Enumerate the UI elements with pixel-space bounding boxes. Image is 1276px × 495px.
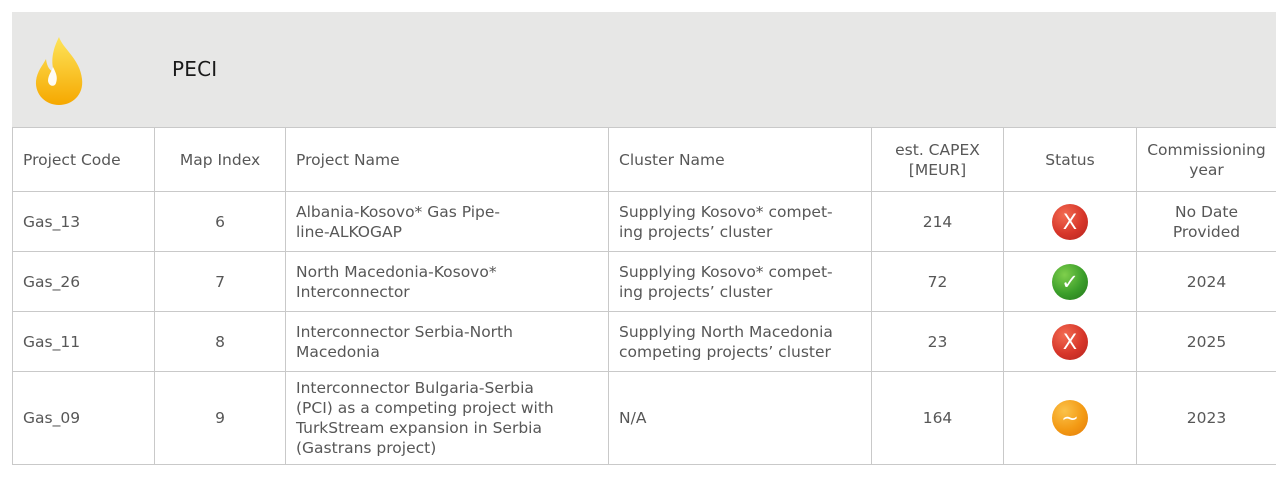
cluster-name-line: Supplying North Macedonia xyxy=(619,322,833,341)
status-cell: ~ xyxy=(1003,371,1137,465)
status-cell: ✓ xyxy=(1003,251,1137,312)
cluster-name-cell: Supplying Kosovo* compet- ing projects’ … xyxy=(608,191,872,252)
status-cell: X xyxy=(1003,191,1137,252)
year-line: Provided xyxy=(1172,222,1241,241)
map-index-cell: 8 xyxy=(154,311,286,372)
project-code-cell: Gas_26 xyxy=(12,251,155,312)
table-row: Gas_11 8 Interconnector Serbia-North Mac… xyxy=(12,311,1276,372)
commissioning-year-cell: 2024 xyxy=(1136,251,1276,312)
project-name-line: TurkStream expansion in Serbia xyxy=(296,419,542,437)
status-symbol: ~ xyxy=(1061,406,1079,430)
banner-title: PECI xyxy=(172,57,218,81)
status-cell: X xyxy=(1003,311,1137,372)
header-cluster-name: Cluster Name xyxy=(608,127,872,192)
cluster-name-line: ing projects’ cluster xyxy=(619,222,773,241)
cluster-name-cell: Supplying North Macedonia competing proj… xyxy=(608,311,872,372)
capex-cell: 214 xyxy=(871,191,1004,252)
check-status-icon: ✓ xyxy=(1052,263,1088,300)
cluster-name-cell: N/A xyxy=(608,371,872,465)
project-name-cell: Interconnector Bulgaria-Serbia (PCI) as … xyxy=(285,371,609,465)
peci-banner: PECI xyxy=(12,12,1276,127)
peci-table-panel: PECI Project Code Map Index Project Name… xyxy=(12,12,1276,495)
x-status-icon: X xyxy=(1052,203,1088,240)
table-row: Gas_26 7 North Macedonia-Kosovo* Interco… xyxy=(12,251,1276,312)
map-index-cell: 9 xyxy=(154,371,286,465)
capex-cell: 23 xyxy=(871,311,1004,372)
cluster-name-line: Supplying Kosovo* compet- xyxy=(619,262,833,281)
project-code-cell: Gas_11 xyxy=(12,311,155,372)
flame-icon xyxy=(35,37,83,105)
project-code-cell: Gas_09 xyxy=(12,371,155,465)
projects-table: Project Code Map Index Project Name Clus… xyxy=(12,127,1276,465)
header-project-code: Project Code xyxy=(12,127,155,192)
header-map-index: Map Index xyxy=(154,127,286,192)
table-header-row: Project Code Map Index Project Name Clus… xyxy=(12,127,1276,192)
cluster-name-line: ing projects’ cluster xyxy=(619,282,773,301)
capex-cell: 72 xyxy=(871,251,1004,312)
capex-cell: 164 xyxy=(871,371,1004,465)
status-symbol: X xyxy=(1062,329,1078,354)
table-row: Gas_13 6 Albania-Kosovo* Gas Pipe- line-… xyxy=(12,191,1276,252)
project-name-cell: Albania-Kosovo* Gas Pipe- line-ALKOGAP xyxy=(285,191,609,252)
project-name-cell: North Macedonia-Kosovo* Interconnector xyxy=(285,251,609,312)
status-symbol: ✓ xyxy=(1061,269,1079,294)
project-name-cell: Interconnector Serbia-North Macedonia xyxy=(285,311,609,372)
cluster-name-line: Supplying Kosovo* compet- xyxy=(619,202,833,221)
commissioning-year-cell: 2023 xyxy=(1136,371,1276,465)
year-line: No Date xyxy=(1174,202,1239,221)
project-code-cell: Gas_13 xyxy=(12,191,155,252)
x-status-icon: X xyxy=(1052,323,1088,360)
project-name-line: Interconnector Serbia-North xyxy=(296,322,513,341)
status-symbol: X xyxy=(1062,209,1078,234)
header-status: Status xyxy=(1003,127,1137,192)
cluster-name-line: competing projects’ cluster xyxy=(619,342,831,361)
header-project-name: Project Name xyxy=(285,127,609,192)
commissioning-year-cell: 2025 xyxy=(1136,311,1276,372)
project-name-line: North Macedonia-Kosovo* xyxy=(296,262,497,281)
project-name-line: Interconnector xyxy=(296,282,410,301)
commissioning-year-cell: No Date Provided xyxy=(1136,191,1276,252)
map-index-cell: 6 xyxy=(154,191,286,252)
tilde-status-icon: ~ xyxy=(1052,400,1088,436)
project-name-line: Albania-Kosovo* Gas Pipe- xyxy=(296,202,501,221)
cluster-name-cell: Supplying Kosovo* compet- ing projects’ … xyxy=(608,251,872,312)
table-row: Gas_09 9 Interconnector Bulgaria-Serbia … xyxy=(12,371,1276,465)
project-name-line: (PCI) as a competing project with xyxy=(296,399,554,417)
header-commissioning-year: Commissioning year xyxy=(1136,127,1276,192)
project-name-line: (Gastrans project) xyxy=(296,439,437,457)
header-capex: est. CAPEX [MEUR] xyxy=(871,127,1004,192)
project-name-line: Interconnector Bulgaria-Serbia xyxy=(296,379,534,397)
project-name-line: Macedonia xyxy=(296,342,380,361)
map-index-cell: 7 xyxy=(154,251,286,312)
project-name-line: line-ALKOGAP xyxy=(296,222,402,241)
